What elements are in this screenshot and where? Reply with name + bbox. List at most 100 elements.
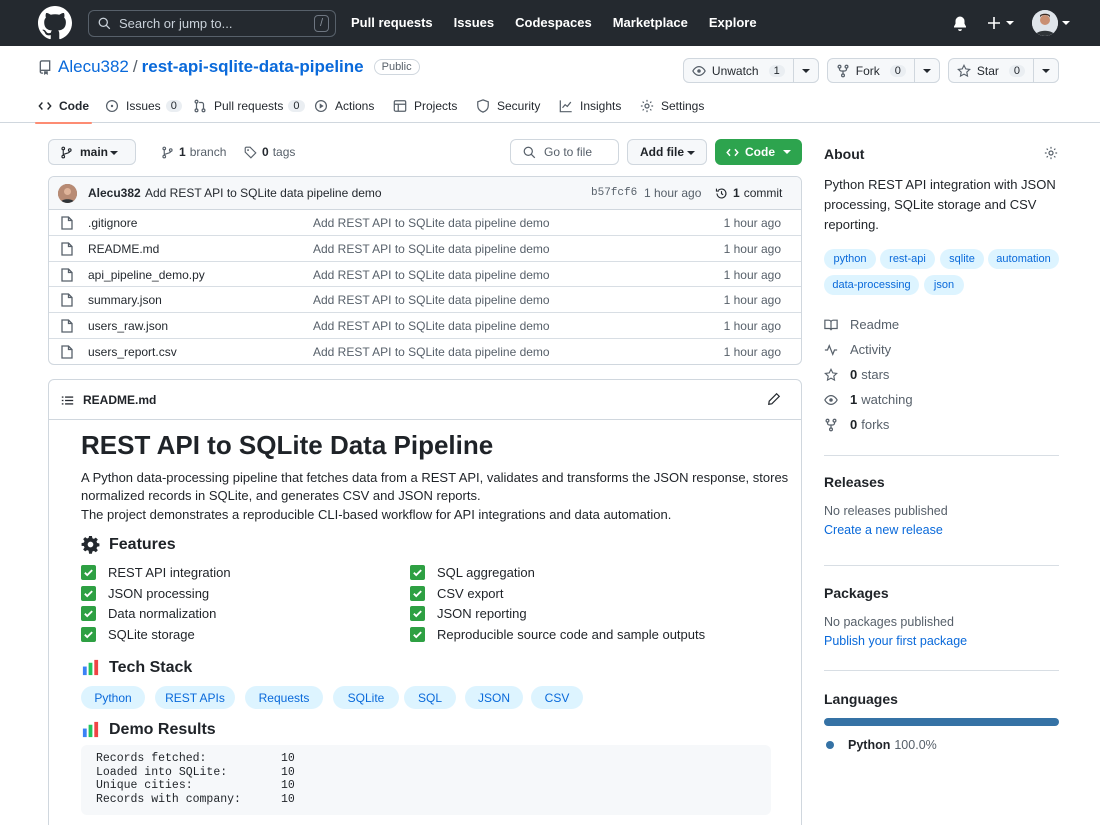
tab-actions[interactable]: Actions xyxy=(314,89,374,123)
readme-filename[interactable]: README.md xyxy=(83,393,156,407)
tab-settings[interactable]: Settings xyxy=(640,89,704,123)
github-logo-icon[interactable] xyxy=(38,6,72,40)
forks-link[interactable]: 0 forks xyxy=(824,417,889,432)
nav-codespaces[interactable]: Codespaces xyxy=(515,15,592,30)
file-row[interactable]: .gitignore Add REST API to SQLite data pi… xyxy=(49,210,801,236)
topic-tag[interactable]: automation xyxy=(988,249,1059,269)
bell-icon[interactable] xyxy=(952,15,968,31)
sidebar-divider xyxy=(824,670,1059,671)
tech-badge: SQLite xyxy=(333,686,399,709)
watching-link[interactable]: 1 watching xyxy=(824,392,913,407)
packages-heading[interactable]: Packages xyxy=(824,585,889,601)
topic-tag[interactable]: json xyxy=(924,275,964,295)
nav-marketplace[interactable]: Marketplace xyxy=(613,15,688,30)
topic-tag[interactable]: sqlite xyxy=(940,249,984,269)
plus-icon[interactable] xyxy=(986,15,1002,31)
create-release-link[interactable]: Create a new release xyxy=(824,523,943,537)
feature-item: REST API integration xyxy=(81,565,231,580)
gear-icon[interactable] xyxy=(1044,146,1058,160)
tab-code[interactable]: Code xyxy=(35,89,92,124)
file-row[interactable]: summary.json Add REST API to SQLite data … xyxy=(49,287,801,314)
branch-icon xyxy=(162,146,173,158)
file-name-link[interactable]: README.md xyxy=(88,242,159,256)
file-commit-message[interactable]: Add REST API to SQLite data pipeline dem… xyxy=(313,345,550,359)
file-name-link[interactable]: users_raw.json xyxy=(88,319,168,333)
stars-label: stars xyxy=(861,367,890,382)
chevron-down-icon[interactable] xyxy=(1006,19,1014,27)
commit-message[interactable]: Add REST API to SQLite data pipeline dem… xyxy=(145,186,382,200)
check-icon xyxy=(413,630,422,638)
tab-projects[interactable]: Projects xyxy=(393,89,457,123)
topic-tag[interactable]: data-processing xyxy=(824,275,919,295)
eye-icon xyxy=(824,394,838,405)
chevron-down-icon[interactable] xyxy=(1062,19,1070,27)
unwatch-dropdown[interactable] xyxy=(792,59,810,82)
file-name-link[interactable]: summary.json xyxy=(88,293,162,307)
go-to-file-button[interactable]: Go to file xyxy=(510,139,619,165)
commit-author-avatar[interactable] xyxy=(58,184,77,203)
nav-explore[interactable]: Explore xyxy=(709,15,757,30)
avatar[interactable] xyxy=(1032,10,1058,36)
file-commit-message[interactable]: Add REST API to SQLite data pipeline dem… xyxy=(313,293,550,307)
file-commit-message[interactable]: Add REST API to SQLite data pipeline dem… xyxy=(313,216,550,230)
code-button[interactable]: Code xyxy=(715,139,802,165)
file-commit-time: 1 hour ago xyxy=(723,216,781,230)
star-dropdown[interactable] xyxy=(1033,59,1050,82)
list-icon[interactable] xyxy=(61,394,74,407)
file-row[interactable]: api_pipeline_demo.py Add REST API to SQLi… xyxy=(49,262,801,288)
tab-insights[interactable]: Insights xyxy=(559,89,621,123)
language-item[interactable]: Python 100.0% xyxy=(826,738,937,752)
add-file-button[interactable]: Add file xyxy=(627,139,707,165)
file-name-link[interactable]: api_pipeline_demo.py xyxy=(88,268,205,282)
fork-button[interactable]: Fork 0 xyxy=(826,58,940,83)
demo-results-heading: Demo Results xyxy=(81,720,216,739)
commit-author[interactable]: Alecu382 xyxy=(88,186,141,200)
feature-item: CSV export xyxy=(410,585,503,601)
file-name-link[interactable]: users_report.csv xyxy=(88,345,177,359)
tech-badge: REST APIs xyxy=(155,686,235,709)
tags-link[interactable]: 0 tags xyxy=(244,145,295,159)
nav-pull-requests[interactable]: Pull requests xyxy=(351,15,433,30)
nav-issues[interactable]: Issues xyxy=(454,15,494,30)
file-commit-message[interactable]: Add REST API to SQLite data pipeline dem… xyxy=(313,268,550,282)
star-button[interactable]: Star 0 xyxy=(947,58,1059,83)
language-bar xyxy=(824,718,1059,726)
commit-sha[interactable]: b57fcf6 xyxy=(591,187,637,199)
repo-owner-link[interactable]: Alecu382 xyxy=(58,57,129,77)
topic-tag[interactable]: python xyxy=(824,249,876,269)
go-to-file-label: Go to file xyxy=(544,145,593,159)
file-commit-message[interactable]: Add REST API to SQLite data pipeline dem… xyxy=(313,242,550,256)
tab-label: Actions xyxy=(335,99,375,113)
branches-link[interactable]: 1 branch xyxy=(161,145,226,159)
unwatch-button[interactable]: Unwatch 1 xyxy=(682,58,819,83)
branch-selector[interactable]: main xyxy=(48,139,136,165)
readme-link[interactable]: Readme xyxy=(824,317,899,332)
activity-link[interactable]: Activity xyxy=(824,342,891,357)
tab-issues[interactable]: Issues 0 xyxy=(105,89,182,123)
search-placeholder: Search or jump to... xyxy=(119,16,233,31)
publish-package-link[interactable]: Publish your first package xyxy=(824,634,967,648)
tab-label: Issues xyxy=(126,99,161,113)
check-icon xyxy=(84,589,93,597)
stars-link[interactable]: 0 stars xyxy=(824,367,889,382)
file-icon xyxy=(61,267,73,282)
tab-security[interactable]: Security xyxy=(476,89,540,123)
fork-dropdown[interactable] xyxy=(913,59,931,82)
commits-link[interactable]: 1 commit xyxy=(715,186,782,200)
tab-pull-requests[interactable]: Pull requests 0 xyxy=(193,89,305,123)
chevron-down-icon xyxy=(783,150,791,154)
file-row[interactable]: README.md Add REST API to SQLite data pip… xyxy=(49,236,801,262)
file-row[interactable]: users_raw.json Add REST API to SQLite dat… xyxy=(49,313,801,339)
demo-result-value: 10 xyxy=(281,765,295,779)
releases-heading[interactable]: Releases xyxy=(824,474,885,490)
gear-icon xyxy=(81,535,100,554)
topic-tag[interactable]: rest-api xyxy=(880,249,935,269)
file-list: Alecu382 Add REST API to SQLite data pip… xyxy=(48,176,802,365)
demo-result-label: Loaded into SQLite: xyxy=(96,765,228,779)
file-commit-message[interactable]: Add REST API to SQLite data pipeline dem… xyxy=(313,319,550,333)
file-row[interactable]: users_report.csv Add REST API to SQLite d… xyxy=(49,339,801,364)
file-name-link[interactable]: .gitignore xyxy=(88,216,137,230)
pencil-icon[interactable] xyxy=(767,392,781,406)
search-input[interactable]: Search or jump to... / xyxy=(88,10,336,37)
repo-name-link[interactable]: rest-api-sqlite-data-pipeline xyxy=(142,57,364,77)
